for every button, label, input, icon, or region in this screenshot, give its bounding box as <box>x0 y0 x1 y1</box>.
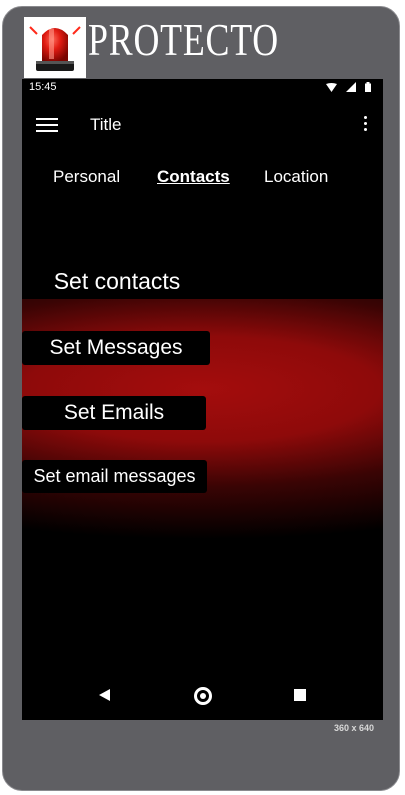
device-size-label: 360 x 640 <box>334 723 375 733</box>
recents-square-icon[interactable] <box>294 689 306 701</box>
app-bar-title: Title <box>90 115 122 134</box>
tab-bar: Personal Contacts Location <box>22 167 383 195</box>
tab-location[interactable]: Location <box>264 167 328 187</box>
back-triangle-icon[interactable] <box>99 689 110 701</box>
status-time: 15:45 <box>29 81 57 93</box>
signal-icon <box>346 82 356 92</box>
more-vert-icon[interactable] <box>359 116 371 136</box>
set-contacts-button[interactable]: Set contacts <box>22 263 212 299</box>
hamburger-menu-icon[interactable] <box>36 118 58 134</box>
siren-icon <box>24 17 86 78</box>
system-nav-bar <box>22 675 383 715</box>
brand-name: PROTECTO <box>88 14 279 65</box>
set-messages-button[interactable]: Set Messages <box>22 331 210 365</box>
app-bar: Title <box>22 96 383 156</box>
phone-screen: 15:45 Title Personal Contacts Location S… <box>22 79 383 720</box>
home-circle-icon[interactable] <box>194 687 212 705</box>
set-email-messages-button[interactable]: Set email messages <box>22 460 207 493</box>
tab-contacts[interactable]: Contacts <box>157 167 230 187</box>
tab-personal[interactable]: Personal <box>53 167 120 187</box>
wifi-icon <box>326 82 337 92</box>
set-emails-button[interactable]: Set Emails <box>22 396 206 430</box>
status-bar: 15:45 <box>22 79 383 96</box>
battery-icon <box>365 82 371 92</box>
